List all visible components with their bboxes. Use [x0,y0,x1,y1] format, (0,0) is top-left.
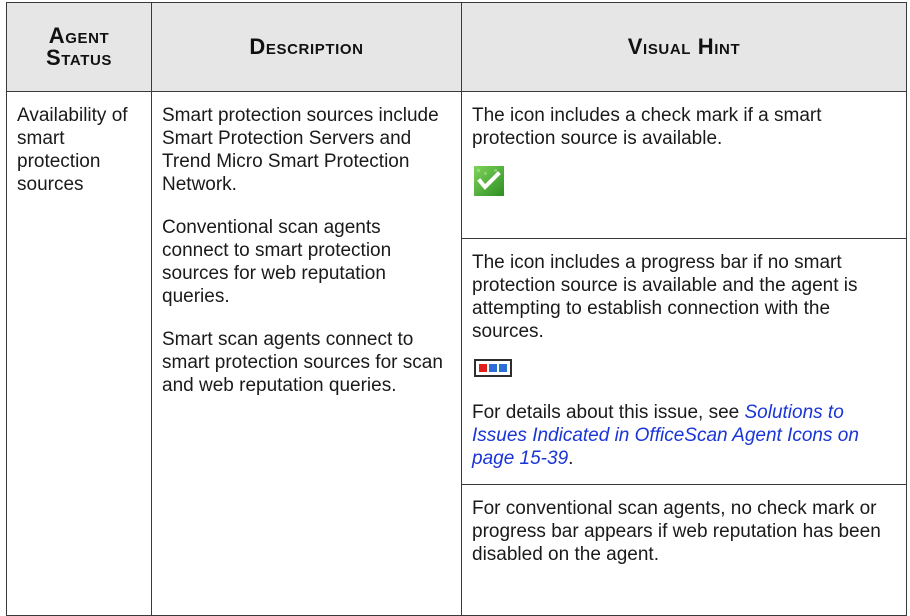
hint-conventional-cell: For conventional scan agents, no check m… [461,484,907,616]
progress-bar-icon [474,359,512,377]
description-paragraph-3: Smart scan agents connect to smart prote… [162,329,443,396]
agent-status-table: Agent Status Description Visual Hint Ava… [6,2,907,616]
hint-conventional-text: For conventional scan agents, no check m… [472,498,881,565]
header-visual-hint-label: Visual Hint [627,33,741,59]
table-row: Availability of smart protection sources… [6,91,907,616]
header-description-label: Description [249,33,364,59]
hint-available-cell: The icon includes a check mark if a smar… [461,91,907,239]
description-cell: Smart protection sources include Smart P… [151,91,462,616]
check-mark-icon [474,166,504,196]
status-text: Availability of smart protection sources [17,105,128,195]
header-visual-hint: Visual Hint [461,2,907,92]
details-prefix: For details about this issue, see [472,402,745,423]
header-description: Description [151,2,462,92]
description-paragraph-1: Smart protection sources include Smart P… [162,105,439,195]
header-agent-status: Agent Status [6,2,152,92]
details-suffix: . [568,448,574,469]
header-agent-status-label: Agent Status [45,22,113,70]
hint-connecting-text: The icon includes a progress bar if no s… [472,252,858,342]
progress-segment-blue [499,364,507,372]
hint-connecting-cell: The icon includes a progress bar if no s… [461,238,907,485]
progress-segment-red [479,364,487,372]
status-cell: Availability of smart protection sources [6,91,152,616]
header-row: Agent Status Description Visual Hint [6,2,907,92]
hint-available-text: The icon includes a check mark if a smar… [472,105,822,149]
progress-segment-blue [489,364,497,372]
description-paragraph-2: Conventional scan agents connect to smar… [162,217,392,307]
hint-details-text: For details about this issue, see Soluti… [472,401,896,470]
